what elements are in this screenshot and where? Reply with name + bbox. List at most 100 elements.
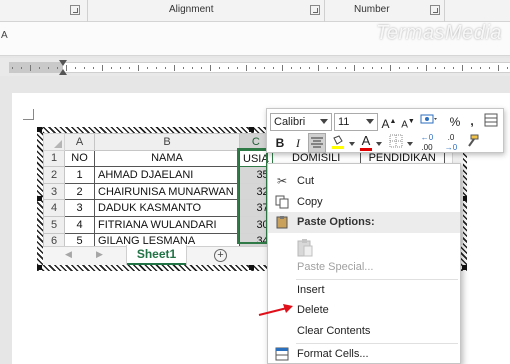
clipboard-icon	[274, 215, 290, 230]
ribbon-group-bar: Alignment Number	[0, 0, 510, 22]
ruler-tick	[408, 67, 409, 69]
number-group-label: Number	[354, 4, 390, 15]
ruler-tick	[345, 67, 346, 69]
menu-item-label: Copy	[297, 196, 323, 208]
ruler-tick	[363, 67, 364, 69]
resize-handle[interactable]	[462, 265, 467, 270]
column-header-a[interactable]: A	[64, 133, 95, 151]
chevron-down-icon[interactable]	[349, 142, 355, 146]
ruler-tick	[282, 65, 283, 71]
menu-item-insert[interactable]: Insert	[268, 280, 460, 301]
format-painter-list-button[interactable]	[482, 113, 500, 131]
alignment-dialog-launcher-icon[interactable]	[310, 5, 320, 15]
cell-no[interactable]: 3	[64, 199, 95, 217]
row-header[interactable]: 4	[43, 199, 65, 217]
font-name-combo[interactable]: Calibri	[270, 113, 332, 131]
ruler-tick	[318, 65, 319, 71]
resize-handle[interactable]	[37, 196, 42, 201]
ruler-tick	[462, 65, 463, 71]
ruler-tick	[21, 67, 22, 69]
ruler-tick	[480, 67, 481, 69]
first-line-indent-marker-icon[interactable]	[59, 60, 67, 66]
center-align-button[interactable]	[308, 133, 326, 153]
previous-sheet-arrow-icon[interactable]: ◀	[65, 249, 72, 260]
cell-nama[interactable]: AHMAD DJAELANI	[94, 166, 240, 184]
ruler-tick	[165, 67, 166, 69]
cell-no[interactable]: 4	[64, 215, 95, 234]
row-header[interactable]: 1	[43, 149, 65, 168]
horizontal-ruler[interactable]	[0, 58, 510, 76]
row-header[interactable]: 2	[43, 166, 65, 184]
fill-color-button[interactable]	[330, 134, 346, 152]
menu-item-format-cells[interactable]: Format Cells...	[268, 344, 460, 364]
menu-item-label: Insert	[297, 284, 325, 296]
paste-clipboard-icon	[295, 238, 315, 258]
hanging-indent-marker-icon[interactable]	[59, 69, 67, 75]
ruler-tick	[264, 67, 265, 69]
menu-item-clear-contents[interactable]: Clear Contents	[268, 321, 460, 342]
ruler-tick	[354, 65, 355, 71]
italic-button[interactable]: I	[290, 134, 306, 152]
select-all-button[interactable]	[43, 133, 65, 151]
ruler-tick	[201, 67, 202, 69]
increase-decimal-button[interactable]: ←0.00	[417, 133, 437, 152]
cell-nama[interactable]: DADUK KASMANTO	[94, 199, 240, 217]
cell-nama[interactable]: FITRIANA WULANDARI	[94, 215, 240, 234]
ribbon-separator	[87, 0, 88, 22]
cell-no[interactable]: 2	[64, 182, 95, 201]
font-size-combo[interactable]: 11	[334, 113, 378, 131]
chevron-down-icon	[366, 119, 374, 124]
watermark: TermasMedia	[376, 22, 502, 44]
resize-handle[interactable]	[249, 127, 254, 132]
add-sheet-icon[interactable]: +	[214, 249, 227, 262]
menu-item-cut[interactable]: ✂ Cut	[268, 171, 460, 192]
font-color-button[interactable]: A	[359, 132, 373, 151]
grow-font-button[interactable]: A▲	[381, 113, 397, 131]
ruler-tick	[381, 67, 382, 69]
header-cell-nama[interactable]: NAMA	[94, 149, 240, 168]
accounting-format-button[interactable]	[418, 113, 440, 131]
ruler-tick	[300, 67, 301, 69]
resize-handle[interactable]	[37, 127, 42, 132]
resize-handle[interactable]	[249, 265, 254, 270]
ruler-tick	[372, 67, 373, 69]
percent-style-button[interactable]: %	[446, 113, 464, 131]
cell-no[interactable]: 1	[64, 166, 95, 184]
next-sheet-arrow-icon[interactable]: ▶	[96, 249, 103, 260]
red-arrow-annotation-icon	[258, 304, 293, 316]
menu-item-delete[interactable]: Delete	[268, 300, 460, 321]
borders-icon	[389, 134, 403, 148]
style-strip-label: A	[1, 30, 8, 41]
ruler-tick	[417, 67, 418, 69]
comma-style-button[interactable]: ,	[466, 112, 478, 130]
ruler-tick	[399, 67, 400, 69]
ruler-tick	[471, 67, 472, 69]
ruler-tick	[174, 65, 175, 71]
borders-button[interactable]	[388, 134, 404, 152]
row-header[interactable]: 5	[43, 215, 65, 234]
header-cell-no[interactable]: NO	[64, 149, 95, 168]
mini-toolbar: Calibri 11 A▲ A▼ % , B I A ←0 .00 .0 →0	[266, 108, 504, 153]
ruler-tick	[336, 67, 337, 69]
ruler-tick	[291, 67, 292, 69]
ruler-tick	[192, 67, 193, 69]
column-header-b[interactable]: B	[94, 133, 240, 151]
number-dialog-launcher-icon[interactable]	[430, 5, 440, 15]
cell-nama[interactable]: CHAIRUNISA MUNARWAN	[94, 182, 240, 201]
chevron-down-icon[interactable]	[407, 142, 413, 146]
row-header[interactable]: 3	[43, 182, 65, 201]
ruler-tick	[453, 67, 454, 69]
decrease-decimal-button[interactable]: .0 →0	[441, 133, 461, 152]
resize-handle[interactable]	[37, 265, 42, 270]
font-dialog-launcher-icon[interactable]	[70, 5, 80, 15]
sheet-tab-sheet1[interactable]: Sheet1	[127, 245, 186, 265]
shrink-font-button[interactable]: A▼	[400, 113, 416, 131]
alignment-group-label: Alignment	[169, 4, 214, 15]
bold-button[interactable]: B	[272, 134, 288, 152]
ruler-tick	[120, 67, 121, 69]
ruler-tick	[183, 67, 184, 69]
menu-item-paste-special[interactable]: Paste Special...	[268, 257, 460, 278]
chevron-down-icon[interactable]	[376, 142, 382, 146]
menu-item-copy[interactable]: Copy	[268, 192, 460, 213]
format-painter-button[interactable]	[464, 134, 480, 152]
